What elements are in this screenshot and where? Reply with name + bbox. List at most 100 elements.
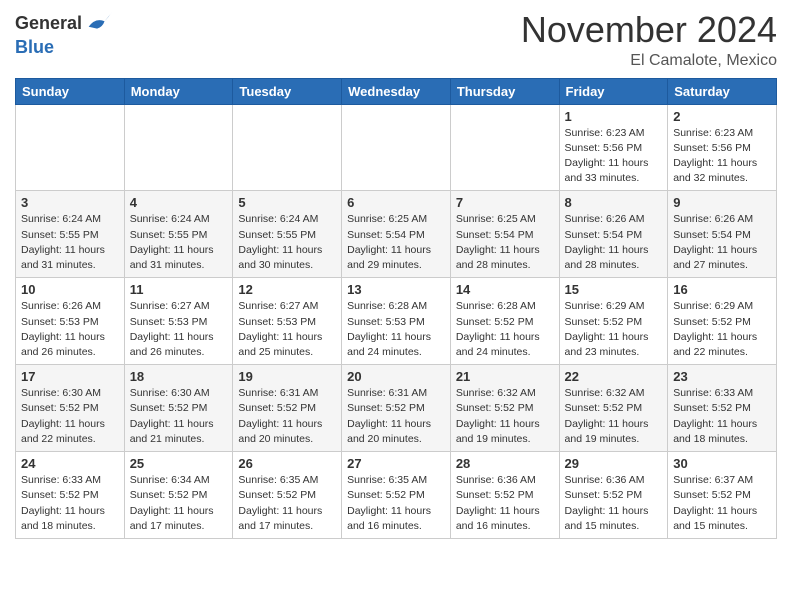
calendar-week-row: 17 Sunrise: 6:30 AM Sunset: 5:52 PM Dayli…	[16, 365, 777, 452]
day-number: 7	[456, 195, 554, 210]
day-info: Sunrise: 6:23 AM Sunset: 5:56 PM Dayligh…	[565, 126, 663, 187]
month-title: November 2024	[521, 10, 777, 50]
day-info: Sunrise: 6:25 AM Sunset: 5:54 PM Dayligh…	[347, 212, 445, 273]
day-info: Sunrise: 6:26 AM Sunset: 5:53 PM Dayligh…	[21, 299, 119, 360]
calendar-day-cell	[233, 104, 342, 191]
page: General Blue November 2024 El Camalote, …	[0, 0, 792, 554]
day-info: Sunrise: 6:24 AM Sunset: 5:55 PM Dayligh…	[21, 212, 119, 273]
weekday-header-sunday: Sunday	[16, 78, 125, 104]
day-number: 26	[238, 456, 336, 471]
calendar-day-cell: 9Sunrise: 6:26 AM Sunset: 5:54 PM Daylig…	[668, 191, 777, 278]
day-number: 24	[21, 456, 119, 471]
day-info: Sunrise: 6:26 AM Sunset: 5:54 PM Dayligh…	[673, 212, 771, 273]
day-info: Sunrise: 6:37 AM Sunset: 5:52 PM Dayligh…	[673, 473, 771, 534]
calendar-day-cell: 3 Sunrise: 6:24 AM Sunset: 5:55 PM Daylig…	[16, 191, 125, 278]
day-info: Sunrise: 6:29 AM Sunset: 5:52 PM Dayligh…	[565, 299, 663, 360]
calendar-day-cell: 17 Sunrise: 6:30 AM Sunset: 5:52 PM Dayli…	[16, 365, 125, 452]
day-number: 22	[565, 369, 663, 384]
calendar-day-cell: 26Sunrise: 6:35 AM Sunset: 5:52 PM Dayli…	[233, 452, 342, 539]
calendar-day-cell	[124, 104, 233, 191]
calendar-day-cell: 24 Sunrise: 6:33 AM Sunset: 5:52 PM Dayli…	[16, 452, 125, 539]
day-info: Sunrise: 6:27 AM Sunset: 5:53 PM Dayligh…	[130, 299, 228, 360]
day-info: Sunrise: 6:24 AM Sunset: 5:55 PM Dayligh…	[238, 212, 336, 273]
calendar-day-cell: 23 Sunrise: 6:33 AM Sunset: 5:52 PM Dayli…	[668, 365, 777, 452]
calendar-day-cell: 30 Sunrise: 6:37 AM Sunset: 5:52 PM Dayli…	[668, 452, 777, 539]
calendar-day-cell: 12 Sunrise: 6:27 AM Sunset: 5:53 PM Dayli…	[233, 278, 342, 365]
day-info: Sunrise: 6:31 AM Sunset: 5:52 PM Dayligh…	[347, 386, 445, 447]
logo-blue-text: Blue	[15, 37, 54, 57]
day-info: Sunrise: 6:25 AM Sunset: 5:54 PM Dayligh…	[456, 212, 554, 273]
calendar-day-cell: 2 Sunrise: 6:23 AM Sunset: 5:56 PM Daylig…	[668, 104, 777, 191]
calendar-day-cell: 27 Sunrise: 6:35 AM Sunset: 5:52 PM Dayli…	[342, 452, 451, 539]
day-number: 17	[21, 369, 119, 384]
calendar-day-cell: 13 Sunrise: 6:28 AM Sunset: 5:53 PM Dayli…	[342, 278, 451, 365]
calendar-day-cell: 10Sunrise: 6:26 AM Sunset: 5:53 PM Dayli…	[16, 278, 125, 365]
day-info: Sunrise: 6:33 AM Sunset: 5:52 PM Dayligh…	[21, 473, 119, 534]
day-info: Sunrise: 6:27 AM Sunset: 5:53 PM Dayligh…	[238, 299, 336, 360]
day-info: Sunrise: 6:28 AM Sunset: 5:52 PM Dayligh…	[456, 299, 554, 360]
day-info: Sunrise: 6:29 AM Sunset: 5:52 PM Dayligh…	[673, 299, 771, 360]
weekday-header-monday: Monday	[124, 78, 233, 104]
calendar-day-cell: 14 Sunrise: 6:28 AM Sunset: 5:52 PM Dayli…	[450, 278, 559, 365]
day-number: 3	[21, 195, 119, 210]
weekday-header-row: SundayMondayTuesdayWednesdayThursdayFrid…	[16, 78, 777, 104]
day-number: 8	[565, 195, 663, 210]
logo-general-text: General	[15, 14, 82, 34]
day-number: 28	[456, 456, 554, 471]
day-number: 27	[347, 456, 445, 471]
day-number: 1	[565, 109, 663, 124]
day-number: 29	[565, 456, 663, 471]
day-number: 5	[238, 195, 336, 210]
day-number: 4	[130, 195, 228, 210]
calendar-day-cell: 5 Sunrise: 6:24 AM Sunset: 5:55 PM Daylig…	[233, 191, 342, 278]
day-number: 2	[673, 109, 771, 124]
day-info: Sunrise: 6:30 AM Sunset: 5:52 PM Dayligh…	[130, 386, 228, 447]
weekday-header-thursday: Thursday	[450, 78, 559, 104]
day-number: 25	[130, 456, 228, 471]
day-info: Sunrise: 6:24 AM Sunset: 5:55 PM Dayligh…	[130, 212, 228, 273]
weekday-header-tuesday: Tuesday	[233, 78, 342, 104]
day-number: 14	[456, 282, 554, 297]
logo-bird-icon	[84, 10, 112, 38]
day-info: Sunrise: 6:28 AM Sunset: 5:53 PM Dayligh…	[347, 299, 445, 360]
calendar-week-row: 24 Sunrise: 6:33 AM Sunset: 5:52 PM Dayli…	[16, 452, 777, 539]
day-number: 13	[347, 282, 445, 297]
day-info: Sunrise: 6:36 AM Sunset: 5:52 PM Dayligh…	[565, 473, 663, 534]
day-info: Sunrise: 6:26 AM Sunset: 5:54 PM Dayligh…	[565, 212, 663, 273]
calendar-day-cell: 28Sunrise: 6:36 AM Sunset: 5:52 PM Dayli…	[450, 452, 559, 539]
weekday-header-wednesday: Wednesday	[342, 78, 451, 104]
calendar-table: SundayMondayTuesdayWednesdayThursdayFrid…	[15, 78, 777, 539]
day-number: 6	[347, 195, 445, 210]
day-number: 30	[673, 456, 771, 471]
day-number: 19	[238, 369, 336, 384]
day-number: 20	[347, 369, 445, 384]
day-info: Sunrise: 6:35 AM Sunset: 5:52 PM Dayligh…	[347, 473, 445, 534]
day-number: 16	[673, 282, 771, 297]
weekday-header-friday: Friday	[559, 78, 668, 104]
calendar-day-cell: 8 Sunrise: 6:26 AM Sunset: 5:54 PM Daylig…	[559, 191, 668, 278]
calendar-day-cell: 1 Sunrise: 6:23 AM Sunset: 5:56 PM Daylig…	[559, 104, 668, 191]
title-block: November 2024 El Camalote, Mexico	[521, 10, 777, 70]
calendar-day-cell: 11 Sunrise: 6:27 AM Sunset: 5:53 PM Dayli…	[124, 278, 233, 365]
day-number: 18	[130, 369, 228, 384]
calendar-day-cell	[16, 104, 125, 191]
calendar-day-cell: 20 Sunrise: 6:31 AM Sunset: 5:52 PM Dayli…	[342, 365, 451, 452]
day-number: 12	[238, 282, 336, 297]
calendar-day-cell: 15Sunrise: 6:29 AM Sunset: 5:52 PM Dayli…	[559, 278, 668, 365]
calendar-week-row: 3 Sunrise: 6:24 AM Sunset: 5:55 PM Daylig…	[16, 191, 777, 278]
calendar-day-cell: 22Sunrise: 6:32 AM Sunset: 5:52 PM Dayli…	[559, 365, 668, 452]
calendar-day-cell	[342, 104, 451, 191]
calendar-day-cell: 18 Sunrise: 6:30 AM Sunset: 5:52 PM Dayli…	[124, 365, 233, 452]
day-number: 23	[673, 369, 771, 384]
day-info: Sunrise: 6:32 AM Sunset: 5:52 PM Dayligh…	[456, 386, 554, 447]
day-info: Sunrise: 6:34 AM Sunset: 5:52 PM Dayligh…	[130, 473, 228, 534]
calendar-week-row: 10Sunrise: 6:26 AM Sunset: 5:53 PM Dayli…	[16, 278, 777, 365]
day-info: Sunrise: 6:23 AM Sunset: 5:56 PM Dayligh…	[673, 126, 771, 187]
calendar-day-cell: 7 Sunrise: 6:25 AM Sunset: 5:54 PM Daylig…	[450, 191, 559, 278]
day-info: Sunrise: 6:33 AM Sunset: 5:52 PM Dayligh…	[673, 386, 771, 447]
day-info: Sunrise: 6:30 AM Sunset: 5:52 PM Dayligh…	[21, 386, 119, 447]
calendar-day-cell: 4 Sunrise: 6:24 AM Sunset: 5:55 PM Daylig…	[124, 191, 233, 278]
calendar-day-cell: 19Sunrise: 6:31 AM Sunset: 5:52 PM Dayli…	[233, 365, 342, 452]
day-number: 11	[130, 282, 228, 297]
calendar-week-row: 1 Sunrise: 6:23 AM Sunset: 5:56 PM Daylig…	[16, 104, 777, 191]
